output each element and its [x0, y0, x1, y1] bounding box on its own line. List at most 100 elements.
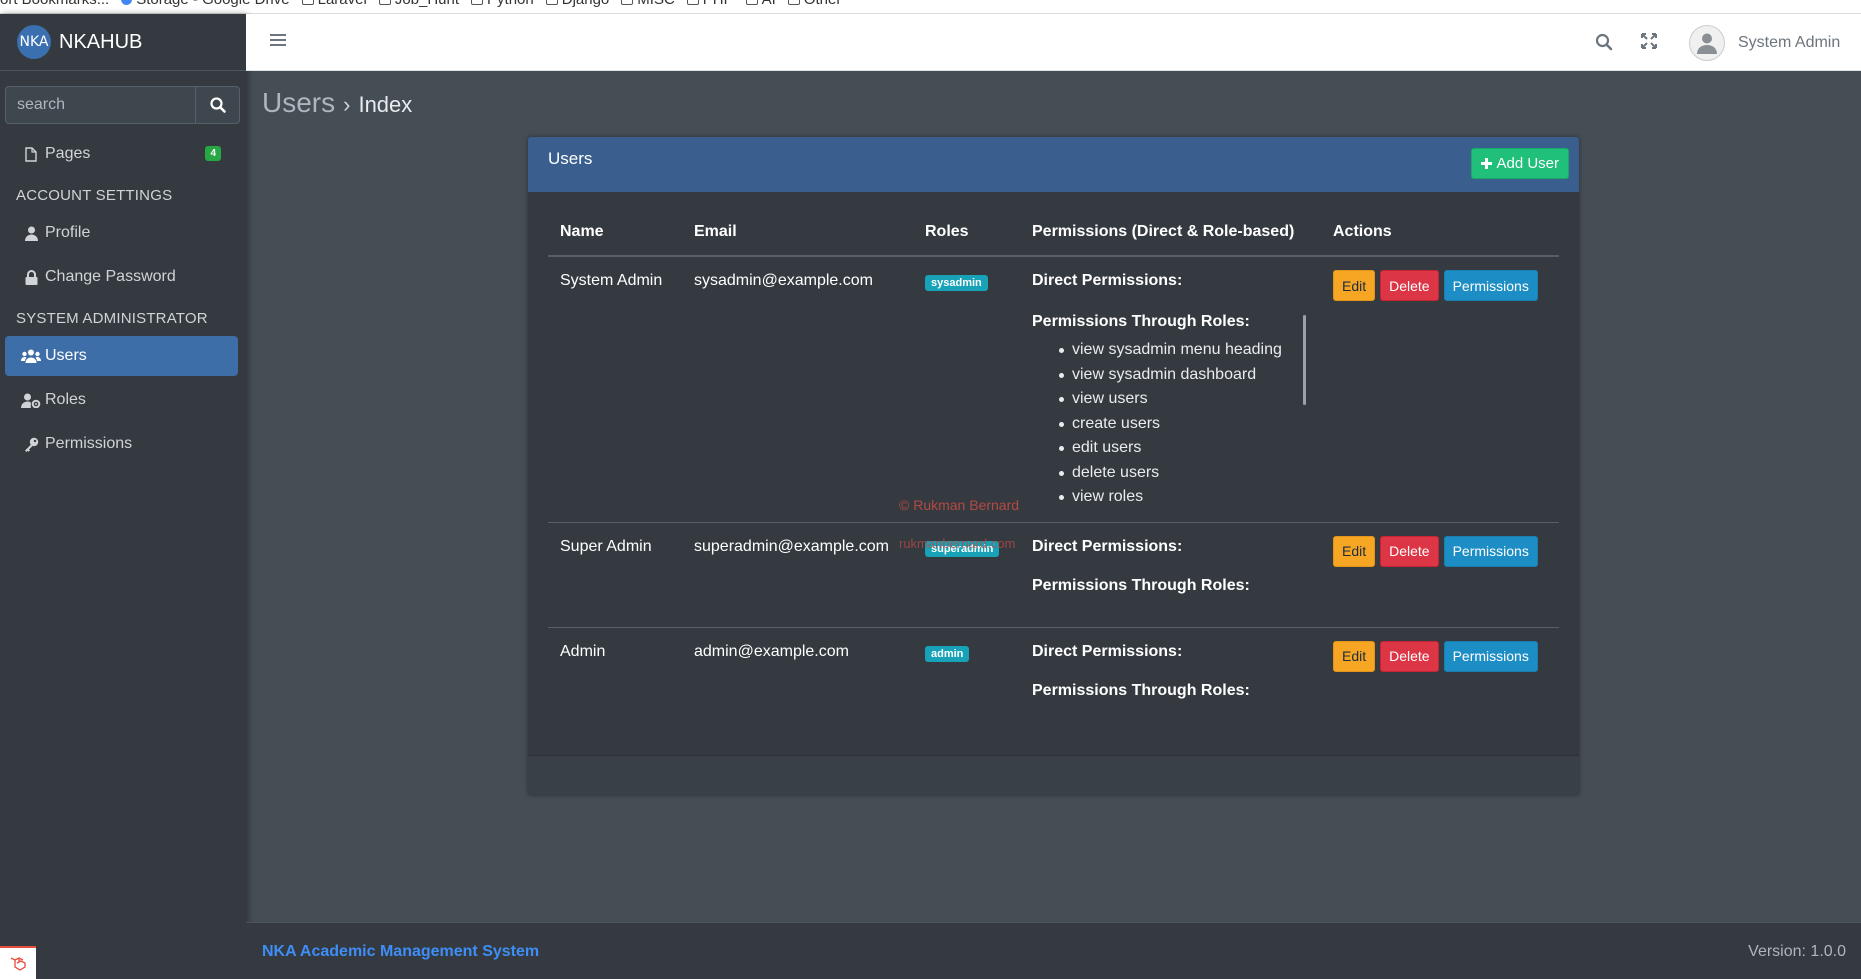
sidebar: NKA NKAHUB Pages 4 ACCOUNT SETTINGS Prof… [0, 14, 246, 979]
footer-system-link[interactable]: NKA Academic Management System [262, 943, 539, 961]
bookmark-label: Job_Hunt [395, 0, 459, 8]
footer-version: Version: 1.0.0 [1748, 943, 1846, 960]
navbar-search-button[interactable] [1595, 33, 1613, 56]
sidebar-item-roles[interactable]: Roles [5, 380, 238, 420]
bookmark-label: Storage - Google Drive [136, 0, 289, 8]
direct-permissions-heading: Direct Permissions: [1032, 272, 1183, 289]
edit-button[interactable]: Edit [1333, 270, 1376, 301]
list-item: view sysadmin dashboard [1059, 363, 1309, 388]
list-item: create users [1059, 412, 1309, 437]
bookmark-folder[interactable]: Django [545, 0, 610, 8]
user-cog-icon [21, 393, 41, 408]
table-header-row: Name Email Roles Permissions (Direct & R… [548, 214, 1559, 257]
watermark-url: rukmanbernard.com [899, 536, 1016, 551]
cell-email: superadmin@example.com [682, 522, 913, 628]
edit-button[interactable]: Edit [1333, 535, 1376, 567]
breadcrumb-section[interactable]: Users [262, 87, 335, 119]
table-row: System Admin sysadmin@example.com sysadm… [548, 256, 1559, 523]
user-menu[interactable]: System Admin [1689, 25, 1840, 61]
delete-button[interactable]: Delete [1380, 535, 1439, 567]
main-footer: NKA Academic Management System Version: … [246, 922, 1861, 979]
sidebar-item-permissions[interactable]: Permissions [5, 424, 238, 464]
bookmark-folder[interactable]: Python [471, 0, 534, 8]
users-card: Users Add User Name Email Roles Permissi… [528, 137, 1579, 795]
cell-actions: Edit Delete Permissions [1321, 522, 1559, 628]
table-row: Admin admin@example.com admin Direct Per… [548, 627, 1559, 737]
bookmark-label: Django [562, 0, 610, 8]
delete-button[interactable]: Delete [1380, 640, 1439, 672]
expand-arrows-icon [1641, 33, 1657, 49]
brand-logo: NKA [17, 25, 51, 59]
file-icon [21, 146, 41, 162]
permissions-scrollbar[interactable] [1303, 315, 1306, 405]
sidebar-item-label: Roles [45, 391, 86, 408]
bookmark-label: AI [762, 0, 776, 8]
bookmark-folder[interactable]: Laravel [301, 0, 367, 8]
users-table: Name Email Roles Permissions (Direct & R… [548, 214, 1559, 737]
bookmark-folder[interactable]: PHP [686, 0, 734, 8]
sidebar-item-change-password[interactable]: Change Password [5, 257, 238, 297]
sidebar-item-profile[interactable]: Profile [5, 213, 238, 253]
list-item: view roles [1059, 485, 1309, 510]
role-badge: admin [925, 645, 970, 662]
sidebar-toggle-button[interactable] [270, 33, 286, 52]
sidebar-item-label: Change Password [45, 268, 176, 285]
sidebar-search [5, 86, 240, 124]
add-user-label: Add User [1496, 155, 1559, 172]
bookmarks-bar: ort Bookmarks... Storage - Google Drive … [0, 0, 1861, 14]
column-header-roles: Roles [913, 214, 1020, 257]
fullscreen-button[interactable] [1641, 33, 1657, 54]
watermark-copyright: © Rukman Bernard [899, 497, 1020, 513]
bookmark-item[interactable]: ort Bookmarks... [0, 0, 109, 8]
cell-actions: Edit Delete Permissions [1321, 627, 1559, 737]
card-title: Users [548, 149, 593, 168]
cell-name: System Admin [548, 256, 682, 523]
permissions-button[interactable]: Permissions [1443, 640, 1538, 672]
add-user-button[interactable]: Add User [1471, 148, 1569, 179]
folder-icon [545, 0, 558, 5]
role-badge: sysadmin [925, 275, 988, 291]
user-icon [21, 226, 41, 241]
card-footer [528, 755, 1579, 795]
lock-icon [21, 269, 41, 285]
bookmark-label: PHP [703, 0, 734, 8]
hamburger-icon [270, 34, 286, 46]
column-header-email: Email [682, 214, 913, 257]
folder-icon [621, 0, 634, 5]
key-icon [21, 437, 41, 452]
bookmark-folder[interactable]: Other [787, 0, 842, 8]
bookmark-label: Other [804, 0, 842, 8]
top-navbar: System Admin [246, 14, 1861, 71]
sidebar-item-pages[interactable]: Pages 4 [5, 134, 238, 174]
bookmark-folder[interactable]: AI [745, 0, 776, 8]
sidebar-header-sysadmin: SYSTEM ADMINISTRATOR [16, 310, 208, 327]
laravel-debug-icon[interactable] [0, 946, 36, 979]
sidebar-search-button[interactable] [195, 86, 240, 124]
folder-icon [787, 0, 800, 5]
breadcrumb-separator: › [343, 92, 351, 117]
pages-count-badge: 4 [205, 146, 221, 161]
brand-link[interactable]: NKA NKAHUB [0, 14, 246, 71]
bookmark-item[interactable]: Storage - Google Drive [121, 0, 290, 8]
bookmark-folder[interactable]: Job_Hunt [378, 0, 459, 8]
sidebar-search-input[interactable] [5, 86, 195, 124]
cell-permissions: Direct Permissions: Permissions Through … [1020, 522, 1321, 628]
column-header-permissions: Permissions (Direct & Role-based) [1020, 214, 1321, 257]
sidebar-item-label: Permissions [45, 435, 133, 452]
cell-roles: sysadmin [913, 256, 1020, 523]
permissions-button[interactable]: Permissions [1443, 270, 1538, 301]
edit-button[interactable]: Edit [1333, 640, 1376, 672]
delete-button[interactable]: Delete [1380, 270, 1439, 301]
cell-permissions: Direct Permissions: Permissions Through … [1020, 627, 1321, 737]
sidebar-item-users[interactable]: Users [5, 336, 238, 376]
folder-icon [471, 0, 484, 5]
bookmark-folder[interactable]: MISC [621, 0, 675, 8]
folder-icon [745, 0, 758, 5]
list-item: view users [1059, 387, 1309, 412]
cell-name: Super Admin [548, 522, 682, 628]
search-icon [1595, 33, 1613, 51]
permissions-button[interactable]: Permissions [1443, 535, 1538, 567]
users-icon [21, 349, 41, 363]
table-row: Super Admin superadmin@example.com super… [548, 522, 1559, 628]
user-name: System Admin [1738, 34, 1841, 51]
